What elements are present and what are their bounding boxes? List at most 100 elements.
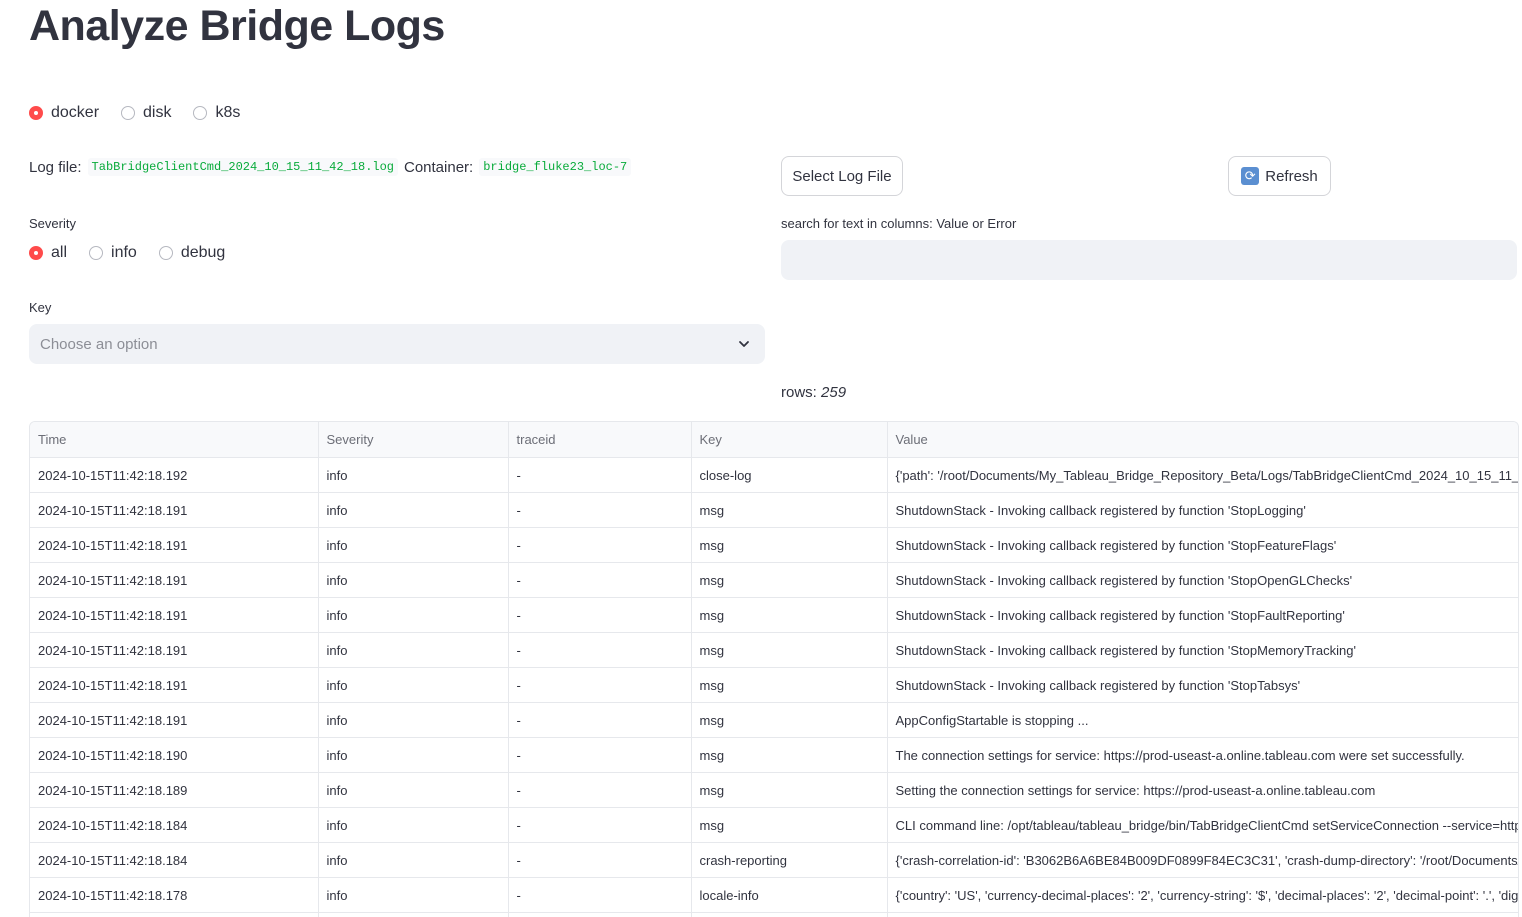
table-row[interactable]: 2024-10-15T11:42:18.191info-msgShutdownS…	[30, 528, 1518, 563]
table-cell-time: 2024-10-15T11:42:18.191	[30, 493, 318, 528]
severity-option-info[interactable]: info	[89, 244, 137, 262]
table-cell-time: 2024-10-15T11:42:18.178	[30, 913, 318, 917]
select-log-file-button[interactable]: Select Log File	[781, 156, 903, 196]
source-option-label: disk	[143, 104, 171, 122]
table-cell-value: {'country': 'US', 'currency-decimal-plac…	[887, 878, 1518, 913]
table-row[interactable]: 2024-10-15T11:42:18.192info-close-log{'p…	[30, 458, 1518, 493]
log-file-value: TabBridgeClientCmd_2024_10_15_11_42_18.l…	[88, 158, 398, 176]
rows-count: rows: 259	[781, 384, 846, 401]
table-cell-traceid: -	[508, 563, 691, 598]
table-row[interactable]: 2024-10-15T11:42:18.191info-msgShutdownS…	[30, 598, 1518, 633]
severity-label: Severity	[29, 216, 76, 231]
search-input[interactable]	[781, 240, 1517, 280]
log-table[interactable]: TimeSeveritytraceidKeyValue 2024-10-15T1…	[29, 421, 1519, 917]
table-cell-traceid: -	[508, 878, 691, 913]
table-cell-severity: info	[318, 913, 508, 917]
table-cell-key: msg	[691, 493, 887, 528]
column-header-severity[interactable]: Severity	[318, 422, 508, 458]
table-cell-traceid: -	[508, 458, 691, 493]
table-cell-key: msg	[691, 563, 887, 598]
table-cell-key: locale-info	[691, 878, 887, 913]
table-cell-value: ShutdownStack - Invoking callback regist…	[887, 563, 1518, 598]
table-cell-value: The connection settings for service: htt…	[887, 738, 1518, 773]
table-row[interactable]: 2024-10-15T11:42:18.191info-msgAppConfig…	[30, 703, 1518, 738]
log-file-label: Log file:	[29, 159, 82, 176]
table-cell-value: {'path': '/root/Documents/My_Tableau_Bri…	[887, 458, 1518, 493]
table-row[interactable]: 2024-10-15T11:42:18.178info-msg	[30, 913, 1518, 917]
table-cell-traceid: -	[508, 668, 691, 703]
source-option-docker[interactable]: docker	[29, 104, 99, 122]
table-cell-value: AppConfigStartable is stopping ...	[887, 703, 1518, 738]
table-cell-severity: info	[318, 633, 508, 668]
table-cell-key: msg	[691, 913, 887, 917]
container-label: Container:	[404, 159, 473, 176]
table-cell-traceid: -	[508, 808, 691, 843]
table-cell-value: ShutdownStack - Invoking callback regist…	[887, 598, 1518, 633]
table-cell-key: close-log	[691, 458, 887, 493]
table-cell-value: ShutdownStack - Invoking callback regist…	[887, 493, 1518, 528]
key-select-placeholder: Choose an option	[40, 336, 158, 353]
severity-option-debug[interactable]: debug	[159, 244, 226, 262]
table-row[interactable]: 2024-10-15T11:42:18.184info-crash-report…	[30, 843, 1518, 878]
key-select[interactable]: Choose an option	[29, 324, 765, 364]
radio-button[interactable]	[29, 106, 43, 120]
table-row[interactable]: 2024-10-15T11:42:18.191info-msgShutdownS…	[30, 633, 1518, 668]
table-cell-traceid: -	[508, 598, 691, 633]
table-row[interactable]: 2024-10-15T11:42:18.178info-locale-info{…	[30, 878, 1518, 913]
table-cell-time: 2024-10-15T11:42:18.191	[30, 633, 318, 668]
table-cell-time: 2024-10-15T11:42:18.191	[30, 563, 318, 598]
column-header-traceid[interactable]: traceid	[508, 422, 691, 458]
radio-button[interactable]	[121, 106, 135, 120]
table-cell-traceid: -	[508, 843, 691, 878]
table-cell-traceid: -	[508, 633, 691, 668]
table-cell-time: 2024-10-15T11:42:18.178	[30, 878, 318, 913]
search-label: search for text in columns: Value or Err…	[781, 216, 1016, 231]
radio-button[interactable]	[29, 246, 43, 260]
table-cell-severity: info	[318, 703, 508, 738]
severity-option-label: debug	[181, 244, 226, 262]
severity-radio-group: all info debug	[29, 244, 225, 262]
column-header-time[interactable]: Time	[30, 422, 318, 458]
table-cell-value: ShutdownStack - Invoking callback regist…	[887, 668, 1518, 703]
radio-button[interactable]	[89, 246, 103, 260]
table-cell-key: msg	[691, 703, 887, 738]
table-cell-severity: info	[318, 598, 508, 633]
source-option-label: docker	[51, 104, 99, 122]
table-row[interactable]: 2024-10-15T11:42:18.190info-msgThe conne…	[30, 738, 1518, 773]
column-header-key[interactable]: Key	[691, 422, 887, 458]
source-option-label: k8s	[215, 104, 240, 122]
table-cell-time: 2024-10-15T11:42:18.189	[30, 773, 318, 808]
source-option-k8s[interactable]: k8s	[193, 104, 240, 122]
severity-option-all[interactable]: all	[29, 244, 67, 262]
table-cell-time: 2024-10-15T11:42:18.191	[30, 668, 318, 703]
table-cell-value	[887, 913, 1518, 917]
rows-label: rows:	[781, 384, 817, 401]
source-option-disk[interactable]: disk	[121, 104, 171, 122]
radio-button[interactable]	[193, 106, 207, 120]
table-cell-time: 2024-10-15T11:42:18.190	[30, 738, 318, 773]
severity-option-label: all	[51, 244, 67, 262]
table-cell-time: 2024-10-15T11:42:18.191	[30, 703, 318, 738]
severity-option-label: info	[111, 244, 137, 262]
table-cell-time: 2024-10-15T11:42:18.192	[30, 458, 318, 493]
table-cell-traceid: -	[508, 528, 691, 563]
chevron-down-icon	[737, 337, 751, 351]
refresh-button-label: Refresh	[1265, 168, 1318, 185]
refresh-button[interactable]: ⟳ Refresh	[1228, 156, 1331, 196]
table-cell-time: 2024-10-15T11:42:18.191	[30, 528, 318, 563]
table-row[interactable]: 2024-10-15T11:42:18.184info-msgCLI comma…	[30, 808, 1518, 843]
table-row[interactable]: 2024-10-15T11:42:18.189info-msgSetting t…	[30, 773, 1518, 808]
page-title: Analyze Bridge Logs	[29, 2, 445, 51]
table-cell-key: msg	[691, 633, 887, 668]
column-header-value[interactable]: Value	[887, 422, 1518, 458]
table-cell-value: ShutdownStack - Invoking callback regist…	[887, 633, 1518, 668]
table-row[interactable]: 2024-10-15T11:42:18.191info-msgShutdownS…	[30, 493, 1518, 528]
radio-button[interactable]	[159, 246, 173, 260]
table-cell-severity: info	[318, 808, 508, 843]
table-cell-severity: info	[318, 843, 508, 878]
table-cell-key: msg	[691, 668, 887, 703]
table-cell-value: CLI command line: /opt/tableau/tableau_b…	[887, 808, 1518, 843]
table-row[interactable]: 2024-10-15T11:42:18.191info-msgShutdownS…	[30, 668, 1518, 703]
table-row[interactable]: 2024-10-15T11:42:18.191info-msgShutdownS…	[30, 563, 1518, 598]
log-file-info: Log file: TabBridgeClientCmd_2024_10_15_…	[29, 158, 631, 176]
